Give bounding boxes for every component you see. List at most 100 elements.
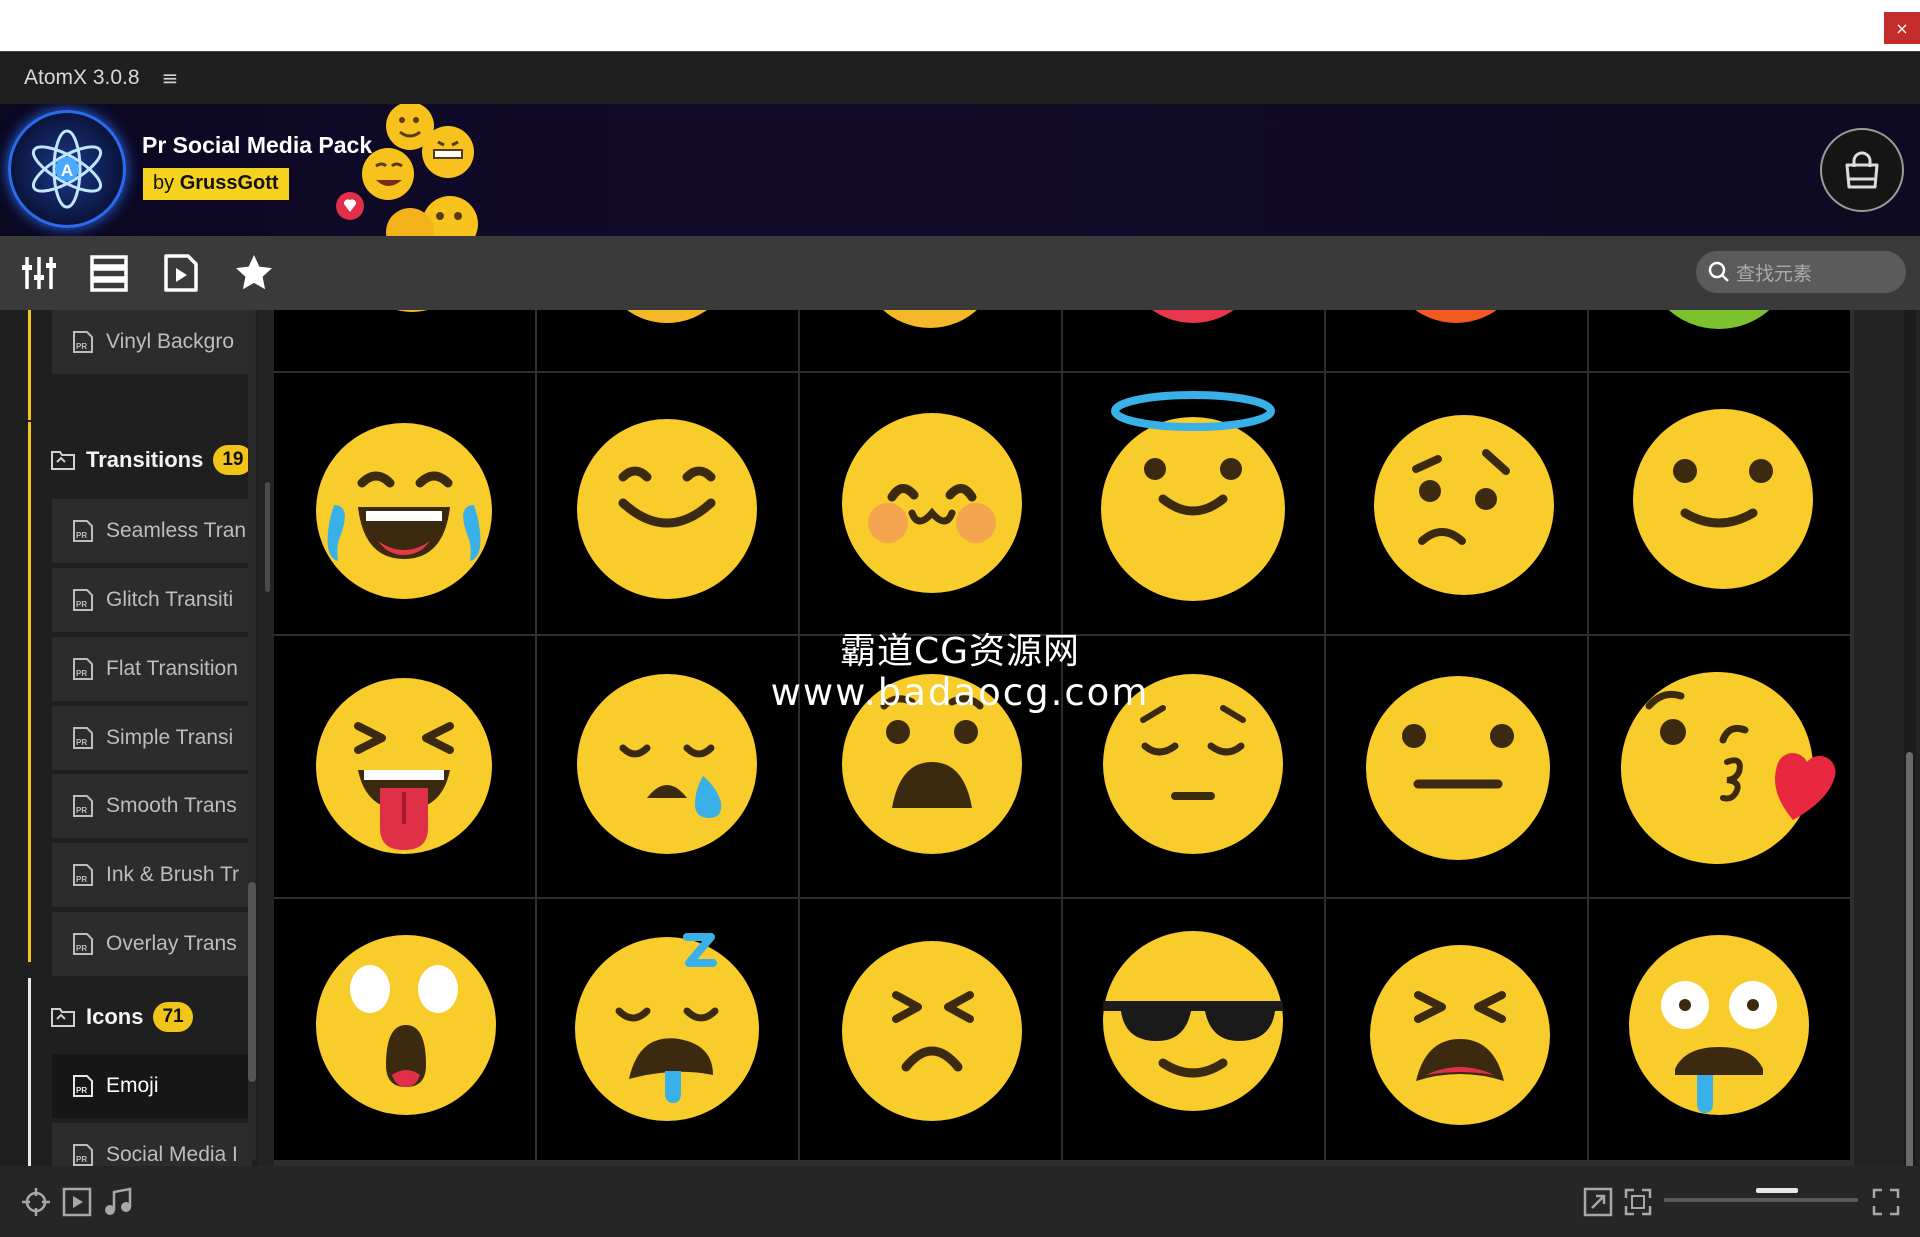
promo-banner[interactable]: A Pr Social Media Pack by GrussGott bbox=[0, 104, 1920, 236]
list-view-icon[interactable] bbox=[89, 253, 129, 293]
favorites-star-icon[interactable] bbox=[234, 253, 274, 293]
svg-text:PR: PR bbox=[76, 342, 87, 351]
category-sidebar: PR Vinyl Backgro Transitions 19 PR Seaml… bbox=[0, 310, 258, 1166]
grid-cell-angel[interactable] bbox=[1063, 373, 1324, 634]
grid-cell-drooling-eyes[interactable] bbox=[1589, 899, 1850, 1160]
slider-handle[interactable] bbox=[1756, 1188, 1798, 1193]
svg-text:PR: PR bbox=[76, 531, 87, 540]
move-icon[interactable] bbox=[20, 1186, 52, 1218]
title-bar: AtomX 3.0.8 ≡ bbox=[0, 52, 1920, 104]
grid-cell-peek[interactable] bbox=[274, 310, 535, 371]
svg-text:PR: PR bbox=[76, 806, 87, 815]
author-prefix: by bbox=[153, 172, 175, 194]
sidebar-item-social-media-icons[interactable]: PR Social Media I bbox=[52, 1123, 252, 1166]
svg-text:PR: PR bbox=[76, 1086, 87, 1095]
pr-file-icon: PR bbox=[73, 933, 93, 955]
store-bag-button[interactable] bbox=[1820, 128, 1904, 212]
pr-file-icon: PR bbox=[73, 1075, 93, 1097]
laughing-tears-emoji-icon bbox=[316, 423, 492, 599]
grid-cell-persevere[interactable] bbox=[800, 899, 1061, 1160]
grid-cell-astonished[interactable] bbox=[274, 899, 535, 1160]
blush-cute-emoji-icon bbox=[842, 413, 1022, 593]
smile-emoji-icon bbox=[577, 419, 757, 599]
category-icons[interactable]: Icons 71 bbox=[30, 986, 252, 1048]
sleepy-drool-emoji-icon bbox=[575, 933, 759, 1121]
svg-text:A: A bbox=[61, 161, 73, 180]
sidebar-item-overlay-transitions[interactable]: PR Overlay Trans bbox=[52, 912, 252, 976]
svg-text:PR: PR bbox=[76, 738, 87, 747]
svg-text:PR: PR bbox=[76, 875, 87, 884]
grid-cell-peek[interactable] bbox=[1589, 310, 1850, 371]
thumbnail-size-slider[interactable] bbox=[1664, 1198, 1858, 1202]
peek-emoji bbox=[1415, 310, 1497, 323]
grid-cell-peek[interactable] bbox=[537, 310, 798, 371]
pr-file-icon: PR bbox=[73, 1144, 93, 1166]
peek-emoji bbox=[1668, 310, 1770, 329]
search-input[interactable]: 查找元素 bbox=[1736, 259, 1812, 286]
play-preview-icon[interactable] bbox=[61, 1186, 93, 1218]
pr-file-icon: PR bbox=[73, 864, 93, 886]
grid-cell-sleepy-drool[interactable] bbox=[537, 899, 798, 1160]
app-title: AtomX 3.0.8 bbox=[24, 66, 140, 89]
grid-cell-sunglasses[interactable] bbox=[1063, 899, 1324, 1160]
peek-emoji bbox=[883, 310, 977, 328]
sliders-icon[interactable] bbox=[19, 253, 59, 293]
sidebar-item-emoji[interactable]: PR Emoji bbox=[52, 1054, 252, 1118]
sidebar-item-label: Social Media I bbox=[106, 1143, 238, 1166]
worried-emoji-icon bbox=[1374, 415, 1554, 595]
shopping-bag-icon bbox=[1845, 151, 1879, 189]
grid-scroll-thumb[interactable] bbox=[1906, 752, 1913, 1215]
sidebar-item-simple-transitions[interactable]: PR Simple Transi bbox=[52, 706, 252, 770]
sidebar-scroll-thumb[interactable] bbox=[248, 882, 256, 1082]
close-button[interactable]: × bbox=[1884, 12, 1920, 44]
banner-emoji-cluster bbox=[336, 104, 478, 236]
grid-cell-laughing-tears[interactable] bbox=[274, 373, 535, 634]
music-note-icon[interactable] bbox=[102, 1186, 134, 1218]
sidebar-item-ink-brush-transitions[interactable]: PR Ink & Brush Tr bbox=[52, 843, 252, 907]
category-label: Transitions bbox=[86, 447, 204, 472]
grid-cell-peek[interactable] bbox=[800, 310, 1061, 371]
bottom-bar bbox=[0, 1166, 1920, 1237]
grid-cell-smile[interactable] bbox=[537, 373, 798, 634]
pr-file-icon: PR bbox=[73, 589, 93, 611]
peek-emoji bbox=[627, 310, 707, 323]
grid-cell-slight-smile[interactable] bbox=[1589, 373, 1850, 634]
watermark-url: www.badaocg.com bbox=[770, 671, 1150, 714]
grid-cell-worried[interactable] bbox=[1326, 373, 1587, 634]
category-transitions[interactable]: Transitions 19 bbox=[30, 429, 252, 491]
atom-icon: A bbox=[31, 129, 103, 209]
grid-cell-peek[interactable] bbox=[1063, 310, 1324, 371]
pr-file-icon: PR bbox=[73, 795, 93, 817]
grid-cell-tired[interactable] bbox=[1326, 899, 1587, 1160]
sunglasses-emoji-icon bbox=[1103, 931, 1283, 1111]
peek-emoji bbox=[396, 310, 428, 312]
sidebar-resize-handle[interactable] bbox=[265, 482, 270, 592]
grid-size-icon[interactable] bbox=[1870, 1186, 1902, 1218]
video-file-icon[interactable] bbox=[161, 253, 201, 293]
grid-cell-blush-cute[interactable] bbox=[800, 373, 1061, 634]
sidebar-item-label: Glitch Transiti bbox=[106, 588, 234, 611]
main-toolbar: 查找元素 bbox=[0, 236, 1920, 310]
grid-cell-peek[interactable] bbox=[1326, 310, 1587, 371]
category-label: Icons bbox=[86, 1004, 144, 1029]
outer-window-strip: × bbox=[0, 0, 1920, 51]
author-name: GrussGott bbox=[179, 172, 279, 194]
count-badge: 19 bbox=[213, 445, 252, 475]
sidebar-item-label: Simple Transi bbox=[106, 726, 234, 749]
sidebar-item-seamless-transitions[interactable]: PR Seamless Tran bbox=[52, 499, 252, 563]
expand-icon[interactable] bbox=[1582, 1186, 1614, 1218]
sidebar-item-smooth-transitions[interactable]: PR Smooth Trans bbox=[52, 774, 252, 838]
fit-screen-icon[interactable] bbox=[1622, 1186, 1654, 1218]
sidebar-item-vinyl[interactable]: PR Vinyl Backgro bbox=[52, 310, 252, 374]
search-field[interactable]: 查找元素 bbox=[1696, 251, 1906, 293]
folder-icon bbox=[51, 451, 75, 470]
pr-file-icon: PR bbox=[73, 520, 93, 542]
persevere-emoji-icon bbox=[842, 941, 1022, 1121]
tired-face-emoji-icon bbox=[1370, 945, 1550, 1125]
pr-file-icon: PR bbox=[73, 727, 93, 749]
sidebar-item-label: Smooth Trans bbox=[106, 794, 237, 817]
pr-file-icon: PR bbox=[73, 331, 93, 353]
close-icon: × bbox=[1895, 18, 1909, 38]
hamburger-menu-icon[interactable]: ≡ bbox=[162, 66, 179, 90]
sidebar-item-label: Emoji bbox=[106, 1074, 159, 1097]
